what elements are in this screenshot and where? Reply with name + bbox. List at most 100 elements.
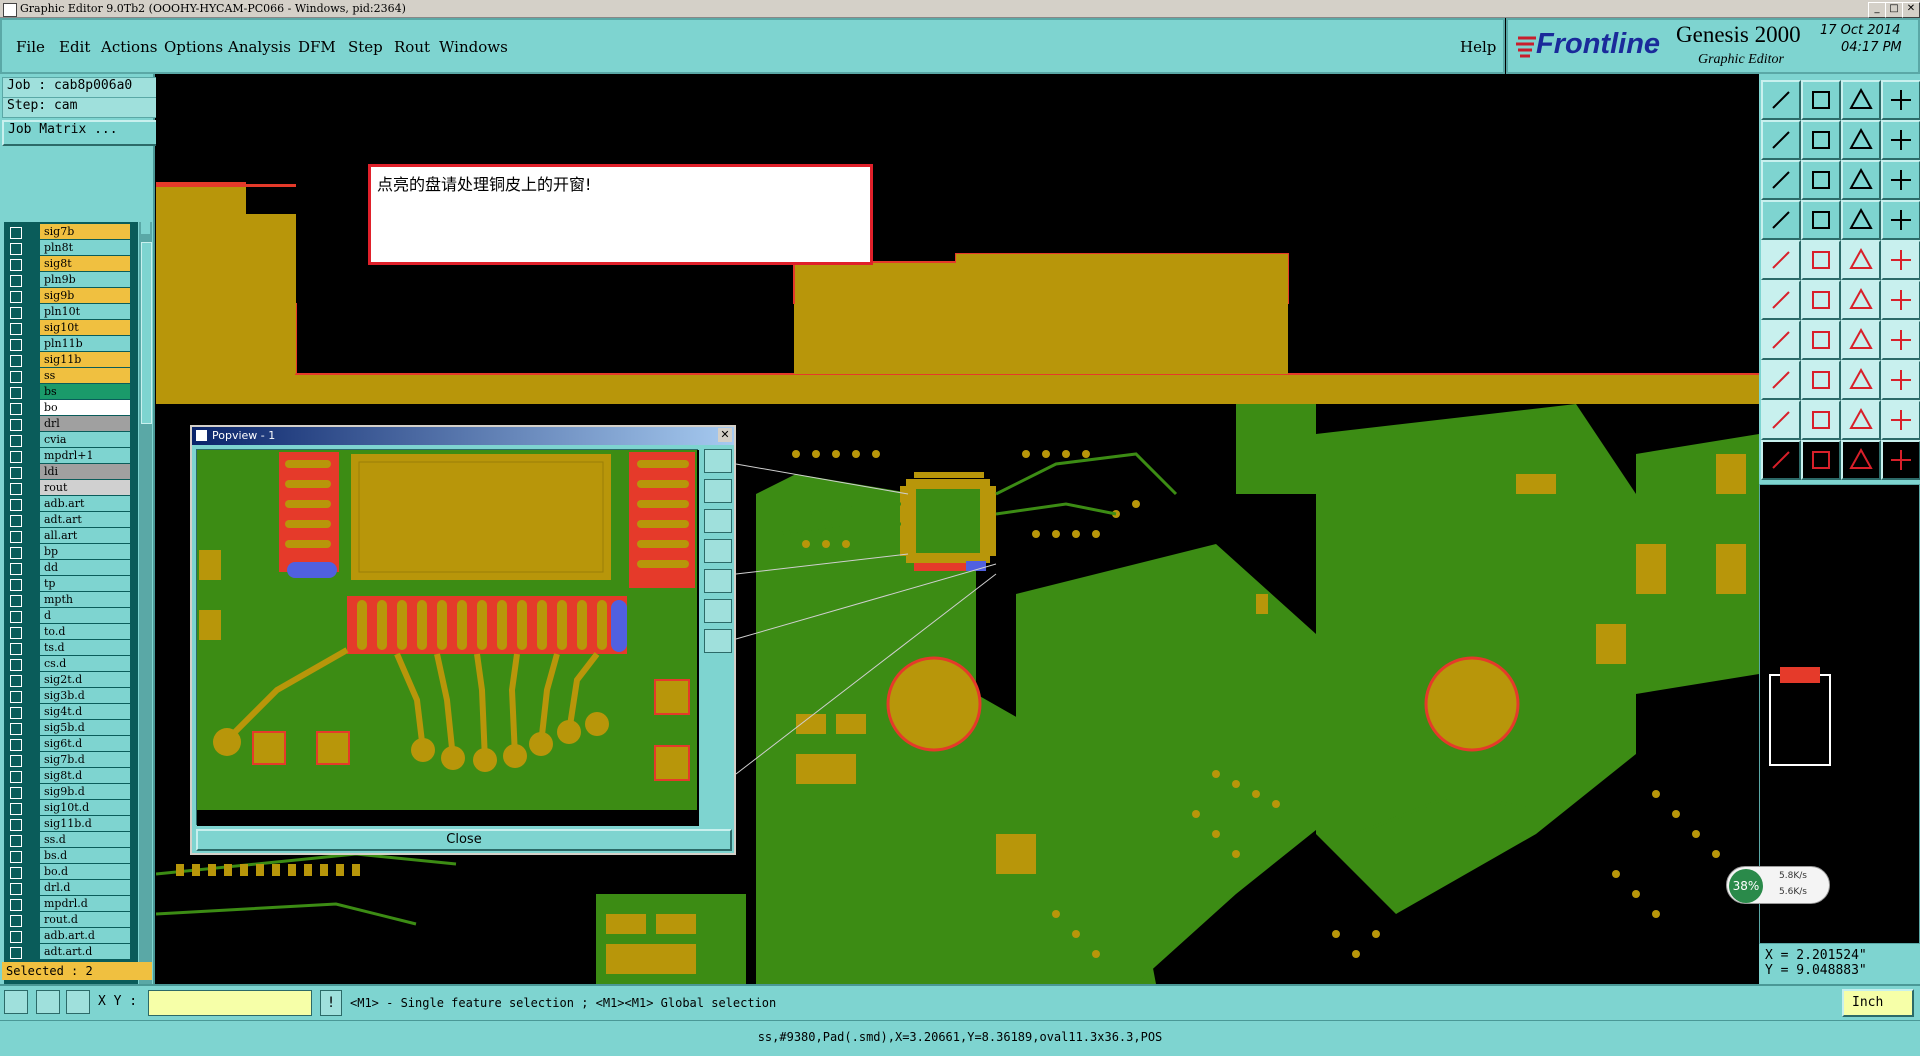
- grid-icon[interactable]: [1801, 200, 1841, 240]
- pointer-multi-icon[interactable]: [1881, 440, 1920, 480]
- layer-checkbox[interactable]: [10, 819, 22, 831]
- pan-icon[interactable]: [1801, 160, 1841, 200]
- layer-row[interactable]: adb.art.d: [4, 928, 138, 944]
- popview-close-icon[interactable]: ✕: [718, 428, 732, 442]
- layer-name[interactable]: pln9b: [40, 272, 130, 287]
- menu-windows[interactable]: Windows: [439, 38, 508, 56]
- layer-checkbox[interactable]: [10, 867, 22, 879]
- link-icon[interactable]: [1881, 280, 1920, 320]
- trace-icon[interactable]: [1841, 360, 1881, 400]
- layer-row[interactable]: sig5b.d: [4, 720, 138, 736]
- dash-icon[interactable]: [1801, 360, 1841, 400]
- layer-checkbox[interactable]: [10, 691, 22, 703]
- layer-name[interactable]: pln8t: [40, 240, 130, 255]
- layer-row[interactable]: all.art: [4, 528, 138, 544]
- layer-row[interactable]: mpth: [4, 592, 138, 608]
- pointer-edit-icon[interactable]: [1841, 440, 1881, 480]
- layer-checkbox[interactable]: [10, 499, 22, 511]
- split-icon[interactable]: [1881, 320, 1920, 360]
- layer-checkbox[interactable]: [10, 835, 22, 847]
- line-icon[interactable]: [1761, 320, 1801, 360]
- redo-icon[interactable]: [1801, 120, 1841, 160]
- layer-row[interactable]: bs.d: [4, 848, 138, 864]
- mirror-icon[interactable]: [1881, 200, 1920, 240]
- move-icon[interactable]: [1761, 360, 1801, 400]
- layer-checkbox[interactable]: [10, 227, 22, 239]
- layer-list-scrollbar[interactable]: [139, 222, 152, 1030]
- layer-name[interactable]: to.d: [40, 624, 130, 639]
- layer-checkbox[interactable]: [10, 515, 22, 527]
- layer-name[interactable]: sig5b.d: [40, 720, 130, 735]
- layer-row[interactable]: adt.art.d: [4, 944, 138, 960]
- maximize-button[interactable]: □: [1885, 2, 1903, 18]
- help-icon[interactable]: [1881, 160, 1920, 200]
- layer-row[interactable]: sig10t.d: [4, 800, 138, 816]
- minimize-button[interactable]: _: [1868, 2, 1886, 18]
- layer-checkbox[interactable]: [10, 291, 22, 303]
- layer-row[interactable]: ss: [4, 368, 138, 384]
- layer-name[interactable]: sig10t.d: [40, 800, 130, 815]
- layer-checkbox[interactable]: [10, 259, 22, 271]
- layer-name[interactable]: cs.d: [40, 656, 130, 671]
- layer-name[interactable]: sig9b.d: [40, 784, 130, 799]
- layer-checkbox[interactable]: [10, 563, 22, 575]
- layer-name[interactable]: ldi: [40, 464, 130, 479]
- arrow-b-icon[interactable]: [1841, 400, 1881, 440]
- popview-pan-down-icon[interactable]: [704, 509, 732, 533]
- layer-checkbox[interactable]: [10, 579, 22, 591]
- net-icon[interactable]: [1761, 280, 1801, 320]
- layer-row[interactable]: bo: [4, 400, 138, 416]
- select-mode-icon[interactable]: [4, 990, 28, 1014]
- layer-row[interactable]: adb.art: [4, 496, 138, 512]
- layer-checkbox[interactable]: [10, 339, 22, 351]
- layer-row[interactable]: ss.d: [4, 832, 138, 848]
- layer-row[interactable]: sig3b.d: [4, 688, 138, 704]
- layer-checkbox[interactable]: [10, 371, 22, 383]
- layer-checkbox[interactable]: [10, 675, 22, 687]
- layer-checkbox[interactable]: [10, 483, 22, 495]
- scale-icon[interactable]: [1841, 160, 1881, 200]
- measure-icon[interactable]: [1841, 240, 1881, 280]
- layer-name[interactable]: sig10t: [40, 320, 130, 335]
- layer-checkbox[interactable]: [10, 467, 22, 479]
- layer-row[interactable]: sig7b.d: [4, 752, 138, 768]
- arrow-a-icon[interactable]: [1801, 400, 1841, 440]
- popview-pan-right-icon[interactable]: [704, 569, 732, 593]
- layer-row[interactable]: dd: [4, 560, 138, 576]
- pointer-select-icon[interactable]: [1801, 440, 1841, 480]
- menu-edit[interactable]: Edit: [59, 38, 90, 56]
- layer-checkbox[interactable]: [10, 403, 22, 415]
- layer-checkbox[interactable]: [10, 787, 22, 799]
- menu-file[interactable]: File: [16, 38, 45, 56]
- layer-checkbox[interactable]: [10, 323, 22, 335]
- layer-name[interactable]: drl.d: [40, 880, 130, 895]
- popview-zoom-icon[interactable]: [704, 449, 732, 473]
- zoom-in-icon[interactable]: [1841, 120, 1881, 160]
- layer-name[interactable]: adb.art.d: [40, 928, 130, 943]
- layer-row[interactable]: bs: [4, 384, 138, 400]
- layer-row[interactable]: d: [4, 608, 138, 624]
- menu-help[interactable]: Help: [1460, 38, 1496, 56]
- rotate-icon[interactable]: [1841, 320, 1881, 360]
- measure-icon[interactable]: [36, 990, 60, 1014]
- layer-checkbox[interactable]: [10, 275, 22, 287]
- layer-row[interactable]: pln9b: [4, 272, 138, 288]
- layer-row[interactable]: to.d: [4, 624, 138, 640]
- layer-checkbox[interactable]: [10, 771, 22, 783]
- layer-name[interactable]: adt.art.d: [40, 944, 130, 959]
- layer-name[interactable]: cvia: [40, 432, 130, 447]
- layer-name[interactable]: tp: [40, 576, 130, 591]
- layer-name[interactable]: sig11b.d: [40, 816, 130, 831]
- popview-viewport[interactable]: [196, 449, 699, 826]
- layer-checkbox[interactable]: [10, 947, 22, 959]
- grid-snap-icon[interactable]: [66, 990, 90, 1014]
- layer-checkbox[interactable]: [10, 915, 22, 927]
- circle-icon[interactable]: [1881, 240, 1920, 280]
- layer-name[interactable]: ts.d: [40, 640, 130, 655]
- layer-row[interactable]: mpdrl+1: [4, 448, 138, 464]
- layer-checkbox[interactable]: [10, 755, 22, 767]
- layer-row[interactable]: tp: [4, 576, 138, 592]
- layer-name[interactable]: sig7b.d: [40, 752, 130, 767]
- popview-home-icon[interactable]: [704, 629, 732, 653]
- layer-name[interactable]: bs: [40, 384, 130, 399]
